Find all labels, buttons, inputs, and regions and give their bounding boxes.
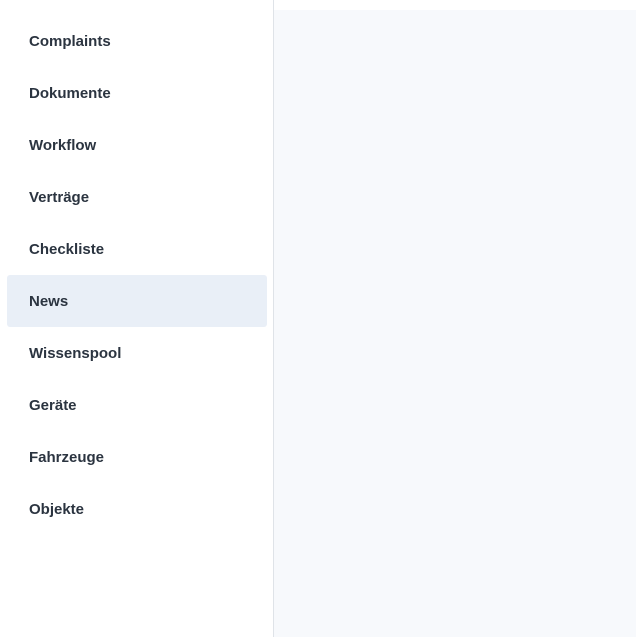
sidebar-item-workflow[interactable]: Workflow [7,119,267,171]
sidebar: Complaints Dokumente Workflow Verträge C… [0,0,274,637]
sidebar-item-geraete[interactable]: Geräte [7,379,267,431]
sidebar-item-checkliste[interactable]: Checkliste [7,223,267,275]
sidebar-item-label: Verträge [29,188,90,206]
sidebar-item-label: Workflow [29,136,97,154]
sidebar-item-label: Wissenspool [29,344,122,362]
sidebar-item-label: Checkliste [29,240,105,258]
app-window: Complaints Dokumente Workflow Verträge C… [0,0,636,637]
sidebar-item-label: Geräte [29,396,77,414]
sidebar-item-wissenspool[interactable]: Wissenspool [7,327,267,379]
sidebar-item-news[interactable]: News [7,275,267,327]
sidebar-item-label: Dokumente [29,84,111,102]
content-area [274,10,636,637]
sidebar-item-label: Complaints [29,32,111,50]
sidebar-item-label: Fahrzeuge [29,448,105,466]
sidebar-item-complaints[interactable]: Complaints [7,15,267,67]
sidebar-item-fahrzeuge[interactable]: Fahrzeuge [7,431,267,483]
sidebar-item-label: News [29,292,69,310]
sidebar-item-label: Objekte [29,500,85,518]
sidebar-nav-list: Complaints Dokumente Workflow Verträge C… [0,15,273,535]
sidebar-item-vertraege[interactable]: Verträge [7,171,267,223]
sidebar-item-dokumente[interactable]: Dokumente [7,67,267,119]
sidebar-item-objekte[interactable]: Objekte [7,483,267,535]
